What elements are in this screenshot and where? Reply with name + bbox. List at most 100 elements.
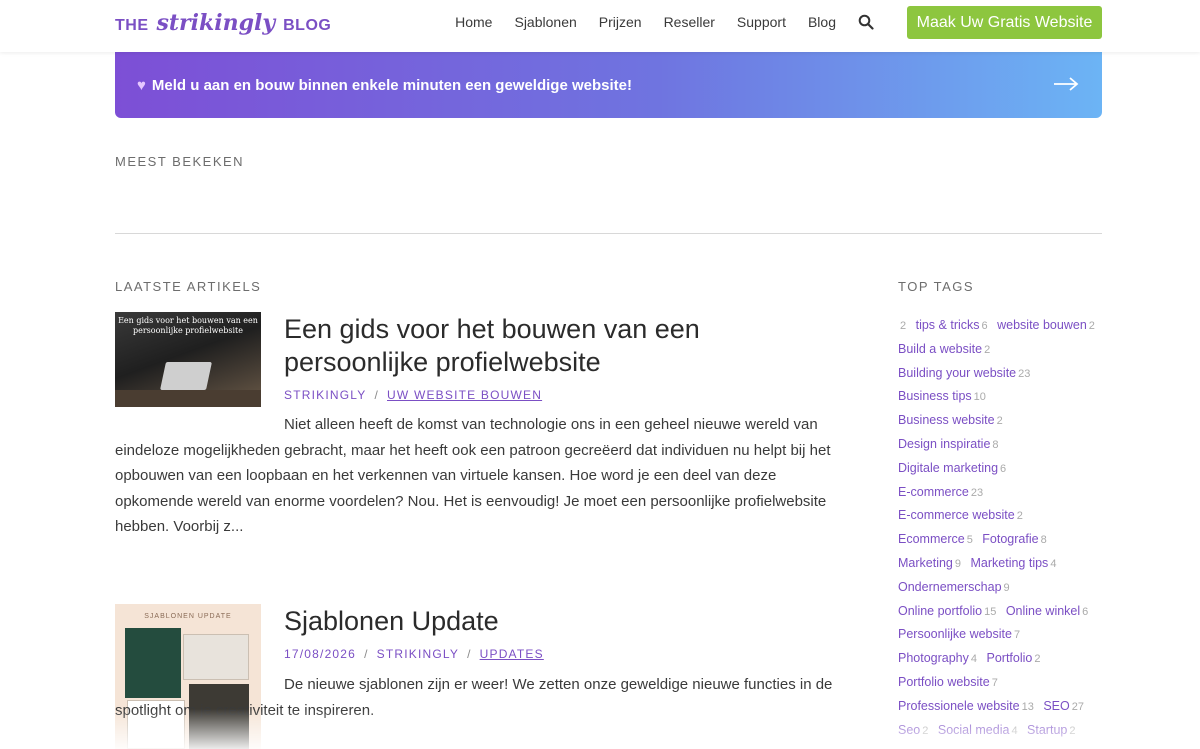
- tag-name: Digitale marketing: [898, 460, 999, 475]
- tag-link[interactable]: Professionele website 13: [898, 699, 1034, 713]
- tag-name: Seo: [898, 722, 921, 737]
- latest-articles-heading: LAATSTE ARTIKELS: [115, 279, 262, 294]
- tag-count: 6: [981, 320, 988, 332]
- tag-count: 15: [984, 605, 997, 618]
- tag-link[interactable]: Online portfolio 15: [898, 604, 996, 618]
- thumbnail-caption: SJABLONEN UPDATE: [144, 613, 232, 620]
- tag-link[interactable]: Seo 2: [898, 723, 928, 737]
- tag-count: 7: [991, 676, 998, 689]
- tag-count: 7: [1013, 629, 1021, 642]
- tag-link[interactable]: website bouwen 2: [997, 318, 1095, 332]
- thumbnail-caption: Een gids voor het bouwen van een persoon…: [118, 316, 258, 335]
- tag-count: 27: [1071, 700, 1084, 713]
- tag-count: 9: [1003, 581, 1010, 594]
- section-divider: [115, 233, 1102, 234]
- desk-image: [115, 390, 261, 407]
- tag-name: Persoonlijke website: [898, 627, 1012, 642]
- tag-link[interactable]: 2: [898, 318, 906, 332]
- tag-count: 5: [966, 534, 973, 547]
- tag-link[interactable]: E-commerce website 2: [898, 508, 1023, 522]
- author-link[interactable]: STRIKINGLY: [284, 388, 366, 402]
- tag-name: Marketing tips: [970, 555, 1049, 570]
- tag-link[interactable]: Persoonlijke website 7: [898, 627, 1020, 641]
- article-excerpt: Niet alleen heeft de komst van technolog…: [115, 416, 831, 535]
- tag-name: E-commerce website: [898, 508, 1015, 523]
- tag-count: 8: [1040, 534, 1047, 547]
- tag-count: 10: [973, 391, 986, 404]
- tag-count: 2: [984, 343, 991, 356]
- tag-cloud: 2 tips & tricks 6 website bouwen 2 Build a…: [898, 314, 1102, 742]
- nav-blog[interactable]: Blog: [808, 14, 836, 30]
- tag-link[interactable]: Portfolio 2: [987, 651, 1041, 665]
- tag-link[interactable]: Marketing tips 4: [971, 556, 1057, 570]
- tag-link[interactable]: Portfolio website 7: [898, 675, 998, 689]
- tag-count: 13: [1021, 700, 1034, 713]
- nav-support[interactable]: Support: [737, 14, 786, 30]
- tag-count: 23: [1018, 367, 1031, 380]
- tag-count: 2: [900, 320, 907, 332]
- tag-link[interactable]: tips & tricks 6: [916, 318, 988, 332]
- tag-link[interactable]: Ecommerce 5: [898, 532, 973, 546]
- tag-link[interactable]: Building your website 23: [898, 366, 1030, 380]
- category-link[interactable]: UW WEBSITE BOUWEN: [387, 388, 542, 402]
- tag-count: 4: [970, 653, 978, 666]
- article-thumbnail[interactable]: Een gids voor het bouwen van een persoon…: [115, 312, 261, 407]
- create-website-button[interactable]: Maak Uw Gratis Website: [907, 6, 1102, 39]
- tag-name: Professionele website: [898, 698, 1020, 713]
- category-link[interactable]: UPDATES: [480, 647, 544, 661]
- tag-link[interactable]: Marketing 9: [898, 556, 961, 570]
- tag-link[interactable]: Online winkel 6: [1006, 604, 1088, 618]
- tag-count: 8: [992, 438, 999, 451]
- tag-link[interactable]: Build a website 2: [898, 342, 990, 356]
- nav-sjablonen[interactable]: Sjablonen: [514, 14, 576, 30]
- tag-link[interactable]: Startup 2: [1027, 723, 1075, 737]
- tag-name: Photography: [898, 651, 969, 666]
- article-title[interactable]: Sjablonen Update: [284, 605, 844, 638]
- tag-link[interactable]: Social media 4: [938, 723, 1018, 737]
- nav-prijzen[interactable]: Prijzen: [599, 14, 642, 30]
- signup-banner[interactable]: ♥ Meld u aan en bouw binnen enkele minut…: [115, 52, 1102, 118]
- main-nav: Home Sjablonen Prijzen Reseller Support …: [433, 0, 874, 44]
- tag-count: 2: [1069, 724, 1076, 737]
- nav-reseller[interactable]: Reseller: [664, 14, 715, 30]
- tag-name: SEO: [1043, 698, 1070, 713]
- article-title[interactable]: Een gids voor het bouwen van een persoon…: [284, 313, 844, 379]
- tag-name: tips & tricks: [915, 318, 980, 332]
- tag-name: Fotografie: [982, 532, 1039, 547]
- logo-prefix: THE: [115, 17, 149, 34]
- tag-link[interactable]: Digitale marketing 6: [898, 461, 1006, 475]
- tag-link[interactable]: SEO 27: [1043, 699, 1084, 713]
- tag-name: Ecommerce: [898, 532, 965, 547]
- tag-link[interactable]: Business tips 10: [898, 389, 986, 403]
- tag-name: Online winkel: [1005, 603, 1081, 618]
- search-icon[interactable]: [858, 14, 874, 30]
- author-link[interactable]: STRIKINGLY: [377, 647, 459, 661]
- tag-name: Ondernemerschap: [898, 579, 1002, 594]
- tag-count: 2: [1088, 320, 1095, 332]
- blog-logo[interactable]: THE strikingly BLOG: [115, 10, 331, 36]
- tag-count: 4: [1011, 724, 1018, 737]
- site-header: THE strikingly BLOG Home Sjablonen Prijz…: [0, 0, 1200, 52]
- article-excerpt: De nieuwe sjablonen zijn er weer! We zet…: [115, 676, 833, 719]
- tag-name: Marketing: [898, 555, 953, 570]
- tag-link[interactable]: Fotografie 8: [982, 532, 1046, 546]
- tag-link[interactable]: E-commerce 23: [898, 485, 983, 499]
- tag-name: Startup: [1027, 722, 1068, 737]
- tag-link[interactable]: Business website 2: [898, 413, 1003, 427]
- tag-link[interactable]: Photography 4: [898, 651, 977, 665]
- nav-home[interactable]: Home: [455, 14, 492, 30]
- tag-name: E-commerce: [898, 484, 969, 499]
- tag-count: 2: [996, 415, 1003, 428]
- tag-name: Business tips: [898, 389, 972, 404]
- article-meta: 17/08/2026/STRIKINGLY / UPDATES: [284, 647, 544, 661]
- tag-name: Build a website: [898, 341, 983, 356]
- tag-link[interactable]: Design inspiratie 8: [898, 437, 999, 451]
- arrow-right-icon[interactable]: [1052, 70, 1080, 98]
- article-meta: STRIKINGLY / UW WEBSITE BOUWEN: [284, 388, 543, 402]
- laptop-image: [160, 362, 212, 390]
- tag-count: 2: [922, 724, 929, 737]
- tag-link[interactable]: Ondernemerschap 9: [898, 580, 1010, 594]
- most-viewed-heading: MEEST BEKEKEN: [115, 154, 245, 169]
- logo-brand: strikingly: [156, 10, 276, 36]
- tag-name: Business website: [898, 413, 995, 428]
